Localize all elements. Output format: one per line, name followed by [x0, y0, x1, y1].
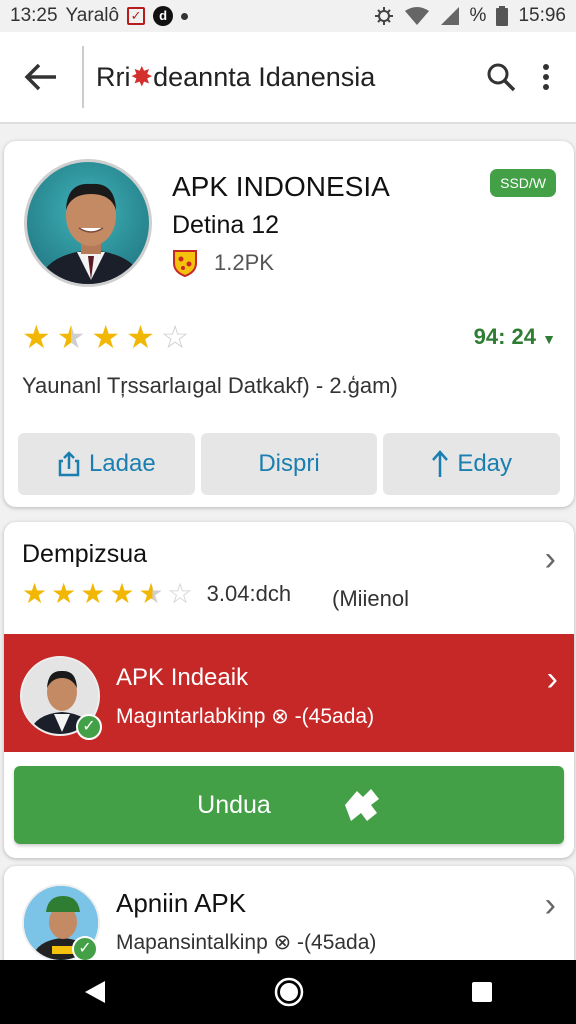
section-title: Dempizsua [22, 540, 148, 568]
bluetooth-icon [374, 7, 393, 25]
app-bar: Rri✸deannta Idanensia [0, 32, 576, 124]
star-icon: ★ [22, 319, 51, 355]
featured-subtitle: Magıntarlabkinp ⊗ -(45ada) [116, 705, 375, 728]
chevron-right-icon[interactable]: › [545, 542, 556, 576]
star-icon: ★ [51, 578, 77, 609]
list-item-title: Apniin APK [116, 888, 247, 918]
notification-app-icon: ✓ [127, 7, 146, 25]
system-nav-bar [0, 960, 576, 1024]
divider [82, 46, 84, 108]
section-rating-note: (Miienol [332, 586, 410, 611]
star-icon: ★ [91, 319, 121, 355]
chevron-right-icon: › [546, 660, 558, 698]
display-button[interactable]: Dispri [200, 433, 378, 495]
shield-icon [173, 250, 197, 277]
empty-star-icon: ☆ [160, 319, 190, 355]
share-icon [58, 451, 80, 477]
app-name: APK INDONESIA [172, 171, 390, 202]
related-section-card: Dempizsua › ★ ★ ★ ★ ★ ☆ 3.04:dch (Miieno… [4, 522, 574, 858]
upload-arrow-icon [432, 450, 449, 477]
half-star-icon: ★ [56, 319, 86, 355]
signal-icon [440, 7, 459, 25]
back-arrow-icon [24, 63, 56, 91]
status-badge: SSD/W [490, 169, 556, 197]
star-icon: ★ [22, 578, 48, 609]
tiktok-icon: d [153, 6, 174, 26]
app-info-card: APK INDONESIA Detina 12 SSD/W 1.2PK ★ ★ … [4, 141, 574, 507]
status-left-text: Yaralô [65, 5, 120, 26]
nav-back-icon[interactable] [83, 979, 107, 1005]
upload-button[interactable]: Eday [383, 433, 561, 495]
battery-percent: % [469, 5, 487, 26]
status-time-left: 13:25 [10, 5, 58, 26]
more-vert-icon[interactable] [542, 63, 550, 91]
battery-icon [496, 6, 509, 26]
section-rating: ★ ★ ★ ★ ★ ☆ 3.04:dch [22, 580, 291, 608]
status-time-right: 15:96 [518, 5, 566, 26]
app-subtitle: Detina 12 [172, 211, 280, 239]
list-item-subtitle: Mapansintalkinp ⊗ -(45ada) [116, 931, 377, 954]
puzzle-icon [344, 789, 379, 821]
score-dropdown[interactable]: 94: 24 ▼ [474, 324, 556, 350]
search-icon[interactable] [486, 62, 516, 92]
empty-star-icon: ☆ [167, 578, 193, 609]
dropdown-arrow-icon: ▼ [542, 331, 556, 347]
featured-title: APK Indeaik [116, 664, 249, 691]
share-button[interactable]: Ladae [18, 433, 195, 495]
app-avatar [24, 159, 152, 287]
star-icon: ★ [80, 578, 106, 609]
download-button[interactable]: Undua [14, 766, 564, 844]
more-notifications-icon [181, 12, 189, 20]
wifi-icon [404, 7, 429, 25]
verified-check-icon: ✓ [72, 936, 98, 962]
back-button[interactable] [0, 31, 82, 123]
status-bar: 13:25 Yaralô ✓ d % 15:96 [0, 0, 576, 32]
nav-home-icon[interactable] [274, 977, 304, 1007]
page-title: Rri✸deannta Idanensia [96, 61, 376, 92]
verified-check-icon: ✓ [76, 714, 102, 740]
star-logo-icon: ✸ [130, 61, 154, 92]
featured-app-row[interactable]: ✓ APK Indeaik Magıntarlabkinp ⊗ -(45ada)… [4, 634, 574, 752]
app-size: 1.2PK [214, 250, 274, 275]
rating-stars: ★ ★ ★ ★ ☆ [22, 321, 189, 353]
nav-recents-icon[interactable] [471, 981, 493, 1003]
chevron-right-icon: › [544, 886, 556, 924]
star-icon: ★ [126, 319, 155, 355]
half-star-icon: ★ [138, 578, 164, 609]
section-rating-value: 3.04:dch [206, 581, 292, 606]
star-icon: ★ [109, 578, 135, 609]
app-description: Yaunanl Tŗssarlaıgal Datkakf) - 2.ģam) [22, 373, 398, 398]
